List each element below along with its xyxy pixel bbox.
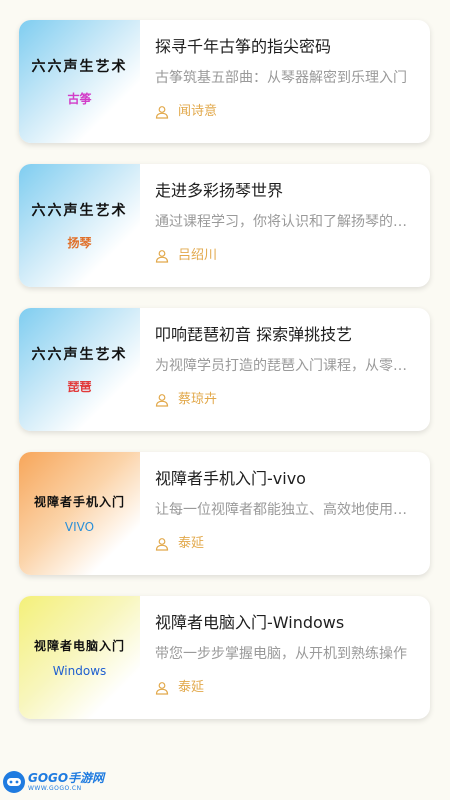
course-description: 为视障学员打造的琵琶入门课程，从零开始: [155, 358, 416, 374]
course-author: 闻诗意: [155, 104, 416, 120]
watermark-name: GOGO手游网: [28, 771, 105, 785]
thumbnail-brand-text: 六六声生艺术: [31, 59, 128, 75]
course-card-vivo[interactable]: 视障者手机入门 VIVO 视障者手机入门-vivo 让每一位视障者都能独立、高效…: [19, 452, 430, 575]
thumbnail-subject-text: Windows: [52, 664, 107, 678]
thumbnail-subject-text: 扬琴: [67, 236, 92, 250]
person-icon: [155, 394, 169, 407]
course-author-name: 泰延: [178, 536, 205, 551]
person-icon: [155, 538, 169, 551]
course-description: 古筝筑基五部曲：从琴器解密到乐理入门: [155, 70, 407, 86]
course-author-name: 闻诗意: [178, 104, 218, 119]
course-author-name: 泰延: [178, 680, 205, 695]
course-description: 让每一位视障者都能独立、高效地使用手机: [155, 502, 416, 518]
course-description: 通过课程学习，你将认识和了解扬琴的魅力: [155, 214, 416, 230]
course-card-guzheng[interactable]: 六六声生艺术 古筝 探寻千年古筝的指尖密码 古筝筑基五部曲：从琴器解密到乐理入门…: [19, 20, 430, 143]
course-thumbnail: 六六声生艺术 古筝: [19, 20, 140, 143]
course-author: 泰延: [155, 680, 416, 696]
course-card-windows[interactable]: 视障者电脑入门 Windows 视障者电脑入门-Windows 带您一步步掌握电…: [19, 596, 430, 719]
thumbnail-brand-text: 六六声生艺术: [31, 203, 128, 219]
course-title: 视障者手机入门-vivo: [155, 469, 306, 488]
watermark-logo: GOGO手游网 WWW.GOGO.CN: [3, 771, 104, 793]
course-list: 六六声生艺术 古筝 探寻千年古筝的指尖密码 古筝筑基五部曲：从琴器解密到乐理入门…: [19, 20, 430, 740]
gamepad-icon: [3, 771, 25, 793]
thumbnail-subject-text: 琵琶: [67, 380, 92, 394]
course-author-name: 蔡琼卉: [178, 392, 218, 407]
watermark-url: WWW.GOGO.CN: [28, 785, 82, 792]
course-author-name: 吕绍川: [178, 248, 218, 263]
thumbnail-subject-text: 古筝: [67, 92, 92, 106]
thumbnail-brand-text: 六六声生艺术: [31, 347, 128, 363]
thumbnail-subject-text: VIVO: [64, 520, 95, 534]
course-author: 蔡琼卉: [155, 392, 416, 408]
thumbnail-brand-text: 视障者手机入门: [33, 495, 125, 509]
course-author: 吕绍川: [155, 248, 416, 264]
course-card-yangqin[interactable]: 六六声生艺术 扬琴 走进多彩扬琴世界 通过课程学习，你将认识和了解扬琴的魅力 吕…: [19, 164, 430, 287]
course-title: 探寻千年古筝的指尖密码: [155, 37, 332, 56]
course-thumbnail: 六六声生艺术 扬琴: [19, 164, 140, 287]
course-title: 叩响琵琶初音 探索弹挑技艺: [155, 325, 353, 344]
course-card-pipa[interactable]: 六六声生艺术 琵琶 叩响琵琶初音 探索弹挑技艺 为视障学员打造的琵琶入门课程，从…: [19, 308, 430, 431]
course-thumbnail: 六六声生艺术 琵琶: [19, 308, 140, 431]
thumbnail-brand-text: 视障者电脑入门: [33, 639, 125, 653]
person-icon: [155, 682, 169, 695]
person-icon: [155, 250, 169, 263]
course-title: 走进多彩扬琴世界: [155, 181, 284, 200]
course-thumbnail: 视障者电脑入门 Windows: [19, 596, 140, 719]
person-icon: [155, 106, 169, 119]
course-author: 泰延: [155, 536, 416, 552]
course-description: 带您一步步掌握电脑，从开机到熟练操作: [155, 646, 407, 662]
course-title: 视障者电脑入门-Windows: [155, 613, 345, 632]
course-thumbnail: 视障者手机入门 VIVO: [19, 452, 140, 575]
